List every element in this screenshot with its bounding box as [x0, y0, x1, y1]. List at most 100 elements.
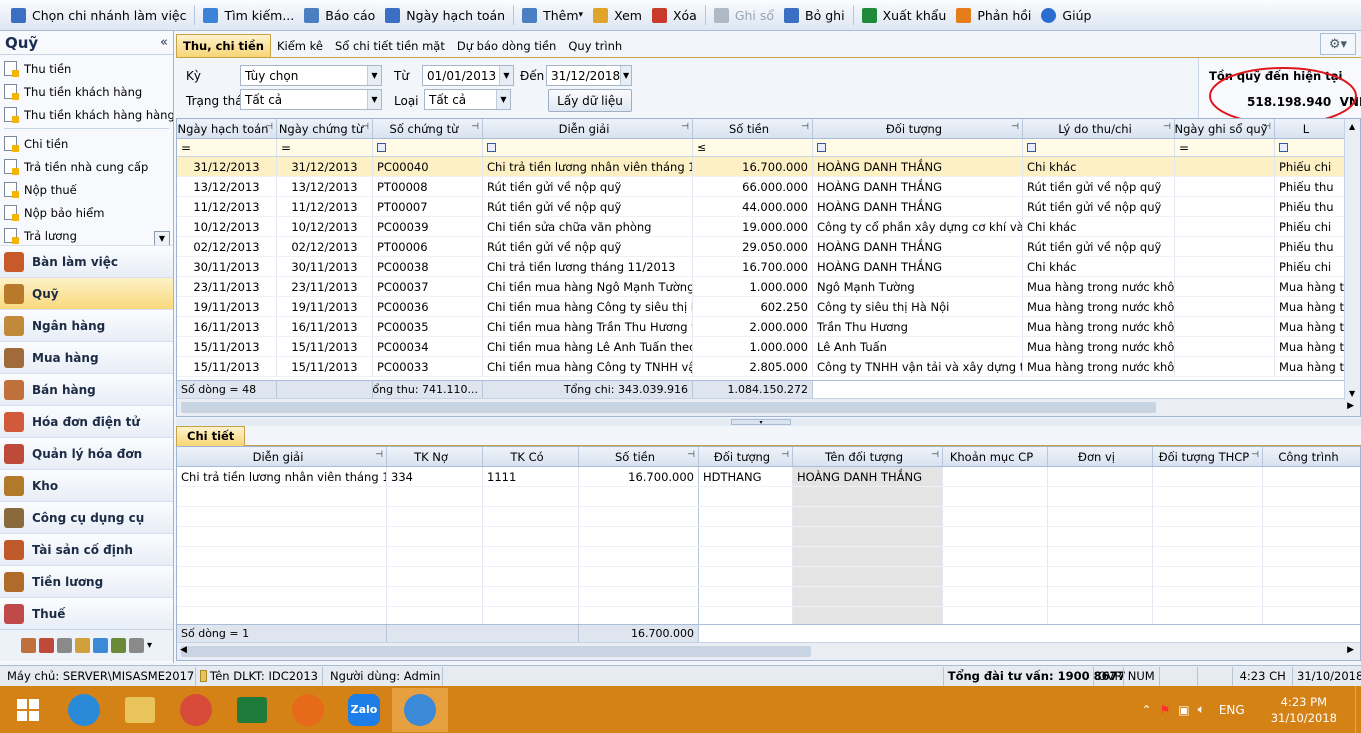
scrollbar-thumb[interactable]	[181, 402, 1156, 413]
sidebar-link[interactable]: Trả tiền nhà cung cấp	[0, 155, 173, 178]
table-row[interactable]: 31/12/2013 31/12/2013 PC00040 Chi trả tiền …	[177, 157, 1360, 177]
show-desktop[interactable]	[1355, 686, 1361, 733]
module-2[interactable]: Quỹ	[0, 277, 173, 309]
sidebar-link[interactable]: Trả lương	[0, 224, 173, 247]
delete-button[interactable]: Xóa	[647, 3, 702, 27]
table-row[interactable]: 15/11/2013 15/11/2013 PC00033 Chi tiền mua …	[177, 357, 1360, 377]
scrollbar-thumb[interactable]	[181, 646, 811, 657]
table-row[interactable]: 15/11/2013 15/11/2013 PC00034 Chi tiền mua …	[177, 337, 1360, 357]
table-row[interactable]: 30/11/2013 30/11/2013 PC00038 Chi trả tiền …	[177, 257, 1360, 277]
taskbar-clock[interactable]: 4:23 PM 31/10/2018	[1271, 694, 1337, 726]
column-header[interactable]: Diễn giải ⊣	[177, 447, 387, 466]
sidebar-link[interactable]: Thu tiền	[0, 57, 173, 80]
get-data-button[interactable]: Lấy dữ liệu	[548, 89, 632, 112]
column-header[interactable]: Tên đối tượng ⊣	[793, 447, 943, 466]
module-shortcut-icon[interactable]	[74, 638, 90, 653]
tab-5[interactable]: Quy trình	[562, 35, 628, 57]
post-button[interactable]: Ghi sổ	[709, 3, 779, 27]
filter-cell[interactable]: =	[177, 139, 277, 156]
filter-cell[interactable]	[813, 139, 1023, 156]
column-header[interactable]: Số chứng từ ⊣	[373, 119, 483, 138]
filter-cell[interactable]	[1023, 139, 1175, 156]
internet-explorer-button[interactable]	[56, 688, 112, 732]
column-header[interactable]: Đối tượng ⊣	[813, 119, 1023, 138]
column-header[interactable]: L	[1275, 119, 1345, 138]
ky-select[interactable]: Tùy chọn ▼	[240, 65, 382, 86]
chevron-up-icon[interactable]: ⌃	[1141, 703, 1151, 717]
detail-horizontal-scrollbar[interactable]: ◀ ▶	[177, 642, 1360, 660]
table-row[interactable]: 02/12/2013 02/12/2013 PT00006 Rút tiền gửi …	[177, 237, 1360, 257]
module-6[interactable]: Hóa đơn điện tử	[0, 405, 173, 437]
search-button[interactable]: Tìm kiếm...	[198, 3, 299, 27]
scroll-up-icon[interactable]: ▲	[1349, 122, 1355, 131]
module-shortcut-icon[interactable]	[92, 638, 108, 653]
chevron-down-icon[interactable]: ▾	[147, 640, 152, 651]
tab-3[interactable]: Sổ chi tiết tiền mặt	[329, 35, 451, 57]
module-shortcut-icon[interactable]	[128, 638, 144, 653]
column-header[interactable]: Lý do thu/chi ⊣	[1023, 119, 1175, 138]
chrome-button[interactable]	[168, 688, 224, 732]
module-10[interactable]: Tài sản cố định	[0, 533, 173, 565]
add-button[interactable]: Thêm ▾	[517, 3, 588, 27]
module-9[interactable]: Công cụ dụng cụ	[0, 501, 173, 533]
collapse-icon[interactable]: «	[160, 35, 168, 50]
help-button[interactable]: Giúp	[1036, 3, 1096, 27]
table-row[interactable]: Chi trả tiền lương nhân viên tháng 12/20…	[177, 467, 1360, 487]
module-12[interactable]: Thuế	[0, 597, 173, 629]
firefox-button[interactable]	[280, 688, 336, 732]
feedback-button[interactable]: Phản hồi	[951, 3, 1036, 27]
table-row[interactable]: 11/12/2013 11/12/2013 PT00007 Rút tiền gửi …	[177, 197, 1360, 217]
settings-gear-icon[interactable]: ⚙▾	[1320, 33, 1356, 55]
tab-4[interactable]: Dự báo dòng tiền	[451, 35, 563, 57]
volume-icon[interactable]: 🔈︎	[1198, 702, 1205, 717]
scroll-right-icon[interactable]: ▶	[1347, 401, 1354, 411]
file-explorer-button[interactable]	[112, 688, 168, 732]
scroll-down-icon[interactable]: ▼	[1349, 389, 1355, 398]
filter-cell[interactable]: =	[277, 139, 373, 156]
column-header[interactable]: Khoản mục CP	[943, 447, 1048, 466]
zalo-button[interactable]: Zalo	[336, 688, 392, 732]
misa-button[interactable]	[392, 687, 448, 732]
module-shortcut-icon[interactable]	[20, 638, 36, 653]
view-button[interactable]: Xem	[588, 3, 647, 27]
horizontal-scrollbar[interactable]: ▶	[177, 398, 1360, 416]
scroll-left-icon[interactable]: ◀	[180, 645, 187, 655]
column-header[interactable]: Số tiền ⊣	[693, 119, 813, 138]
module-3[interactable]: Ngân hàng	[0, 309, 173, 341]
column-header[interactable]: Diễn giải ⊣	[483, 119, 693, 138]
module-5[interactable]: Bán hàng	[0, 373, 173, 405]
tab-2[interactable]: Kiểm kê	[271, 35, 329, 57]
column-header[interactable]: Công trình	[1263, 447, 1360, 466]
splitter[interactable]: ▾	[176, 418, 1361, 426]
trangthai-select[interactable]: Tất cả ▼	[240, 89, 382, 110]
sidebar-link[interactable]: Nộp thuế	[0, 178, 173, 201]
module-7[interactable]: Quản lý hóa đơn	[0, 437, 173, 469]
table-row[interactable]: 16/11/2013 16/11/2013 PC00035 Chi tiền mua …	[177, 317, 1360, 337]
column-header[interactable]: TK Nợ	[387, 447, 483, 466]
filter-cell[interactable]	[1275, 139, 1345, 156]
tab-chi-tiet[interactable]: Chi tiết	[176, 426, 246, 446]
export-button[interactable]: Xuất khẩu	[857, 3, 952, 27]
sidebar-link[interactable]: Nộp bảo hiểm	[0, 201, 173, 224]
filter-cell[interactable]	[373, 139, 483, 156]
module-shortcut-icon[interactable]	[38, 638, 54, 653]
loai-select[interactable]: Tất cả ▼	[424, 89, 511, 110]
unpost-button[interactable]: Bỏ ghi	[779, 3, 850, 27]
scroll-down-icon[interactable]: ▼	[154, 231, 170, 246]
tab-1[interactable]: Thu, chi tiền	[176, 34, 271, 57]
module-11[interactable]: Tiền lương	[0, 565, 173, 597]
module-4[interactable]: Mua hàng	[0, 341, 173, 373]
column-header[interactable]: Đơn vị	[1048, 447, 1153, 466]
column-header[interactable]: Đối tượng THCP ⊣	[1153, 447, 1263, 466]
table-row[interactable]: 10/12/2013 10/12/2013 PC00039 Chi tiền sửa …	[177, 217, 1360, 237]
sidebar-link[interactable]: Thu tiền khách hàng hàng l...	[0, 103, 173, 126]
column-header[interactable]: Ngày chứng từ ⊣	[277, 119, 373, 138]
module-shortcut-icon[interactable]	[110, 638, 126, 653]
filter-cell[interactable]	[483, 139, 693, 156]
tu-date-input[interactable]: 01/01/2013 ▼	[422, 65, 514, 86]
excel-button[interactable]	[224, 688, 280, 732]
den-date-input[interactable]: 31/12/2018 ▼	[546, 65, 632, 86]
column-header[interactable]: Ngày hạch toán ⊣	[177, 119, 277, 138]
column-header[interactable]: Ngày ghi sổ quỹ ⊣	[1175, 119, 1275, 138]
filter-cell[interactable]: ≤	[693, 139, 813, 156]
